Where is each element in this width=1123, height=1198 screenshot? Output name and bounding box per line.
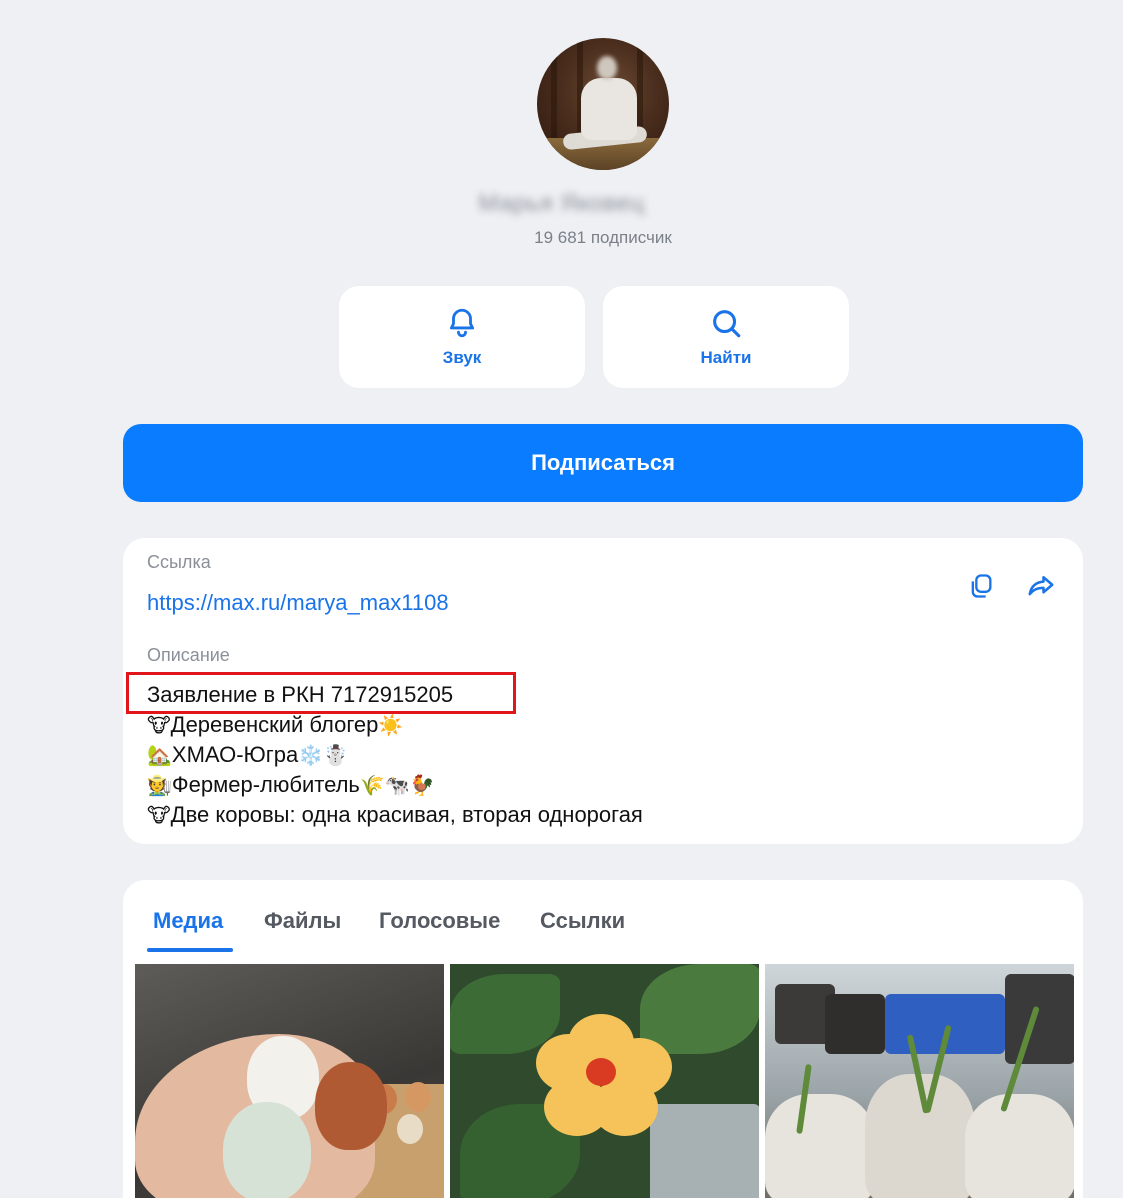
channel-name: Марья Яковец [478,190,645,217]
grow-bag [965,1094,1074,1198]
shelf [650,1104,759,1198]
house-emoji: 🏡 [147,743,172,767]
tab-links[interactable]: Ссылки [540,908,625,934]
media-card: Медиа Файлы Голосовые Ссылки [123,880,1083,1198]
egg [223,1102,311,1198]
sound-button[interactable]: Звук [339,286,585,388]
media-thumbnail-seedlings[interactable] [765,964,1074,1198]
copy-link-button[interactable] [963,568,999,604]
channel-description: Заявление в РКН 7172915205 🐮Деревенский … [147,680,643,830]
egg [315,1062,387,1150]
line-text: Фермер-любитель [171,772,360,797]
pot [825,994,885,1054]
avatar-figure-head [597,56,617,80]
channel-info-card: Ссылка https://max.ru/marya_max1108 Опис… [123,538,1083,844]
egg [405,1082,431,1112]
share-arrow-icon [1028,576,1054,596]
active-tab-indicator [147,948,233,952]
farmer-emoji: 🧑‍🌾 [147,773,172,797]
tab-files[interactable]: Файлы [264,908,341,934]
description-section-label: Описание [147,645,230,665]
grow-bag [765,1094,875,1198]
media-thumbnail-flower[interactable] [450,964,759,1198]
line-text: ХМАО-Югра [171,742,299,767]
find-button-label: Найти [700,348,752,367]
flower-center [586,1058,616,1086]
copy-icon [971,574,992,598]
link-section-label: Ссылка [147,552,211,572]
channel-profile-page: Марья Яковец 19 681 подписчик Звук Найти… [0,0,1123,1198]
share-link-button[interactable] [1023,568,1059,604]
subscriber-count: 19 681 подписчик [534,228,672,247]
description-line: 🧑‍🌾Фермер-любитель🌾🐄🐓 [147,770,643,800]
find-button[interactable]: Найти [603,286,849,388]
tab-media[interactable]: Медиа [153,908,223,934]
bell-icon [449,308,475,338]
cow-emoji: 🐮 [147,803,171,827]
avatar-figure [581,78,637,140]
description-line: 🐮Деревенский блогер☀️ [147,710,643,740]
cow-emoji: 🐮 [147,713,171,737]
search-icon [713,310,741,338]
media-tabs: Медиа Файлы Голосовые Ссылки [123,908,1083,952]
line-text: Две коровы: одна красивая, вторая одноро… [170,802,643,827]
bag [1005,974,1074,1064]
line-text: Деревенский блогер [170,712,379,737]
description-line: Заявление в РКН 7172915205 [147,680,643,710]
sound-button-label: Звук [442,348,482,367]
sun-emoji: ☀️ [378,713,404,737]
snow-emoji: ❄️☃️ [298,743,349,767]
channel-avatar[interactable] [537,38,669,170]
description-line: 🐮Две коровы: одна красивая, вторая однор… [147,800,643,830]
description-line: 🏡ХМАО-Югра❄️☃️ [147,740,643,770]
channel-link[interactable]: https://max.ru/marya_max1108 [147,590,449,616]
media-thumbnail-eggs[interactable] [135,964,444,1198]
hibiscus-flower [536,1014,672,1136]
farm-emoji: 🌾🐄🐓 [359,773,435,797]
egg [397,1114,423,1144]
tab-voice[interactable]: Голосовые [379,908,500,934]
subscribe-button[interactable]: Подписаться [123,424,1083,502]
line-text: Заявление в РКН 7172915205 [147,682,454,707]
